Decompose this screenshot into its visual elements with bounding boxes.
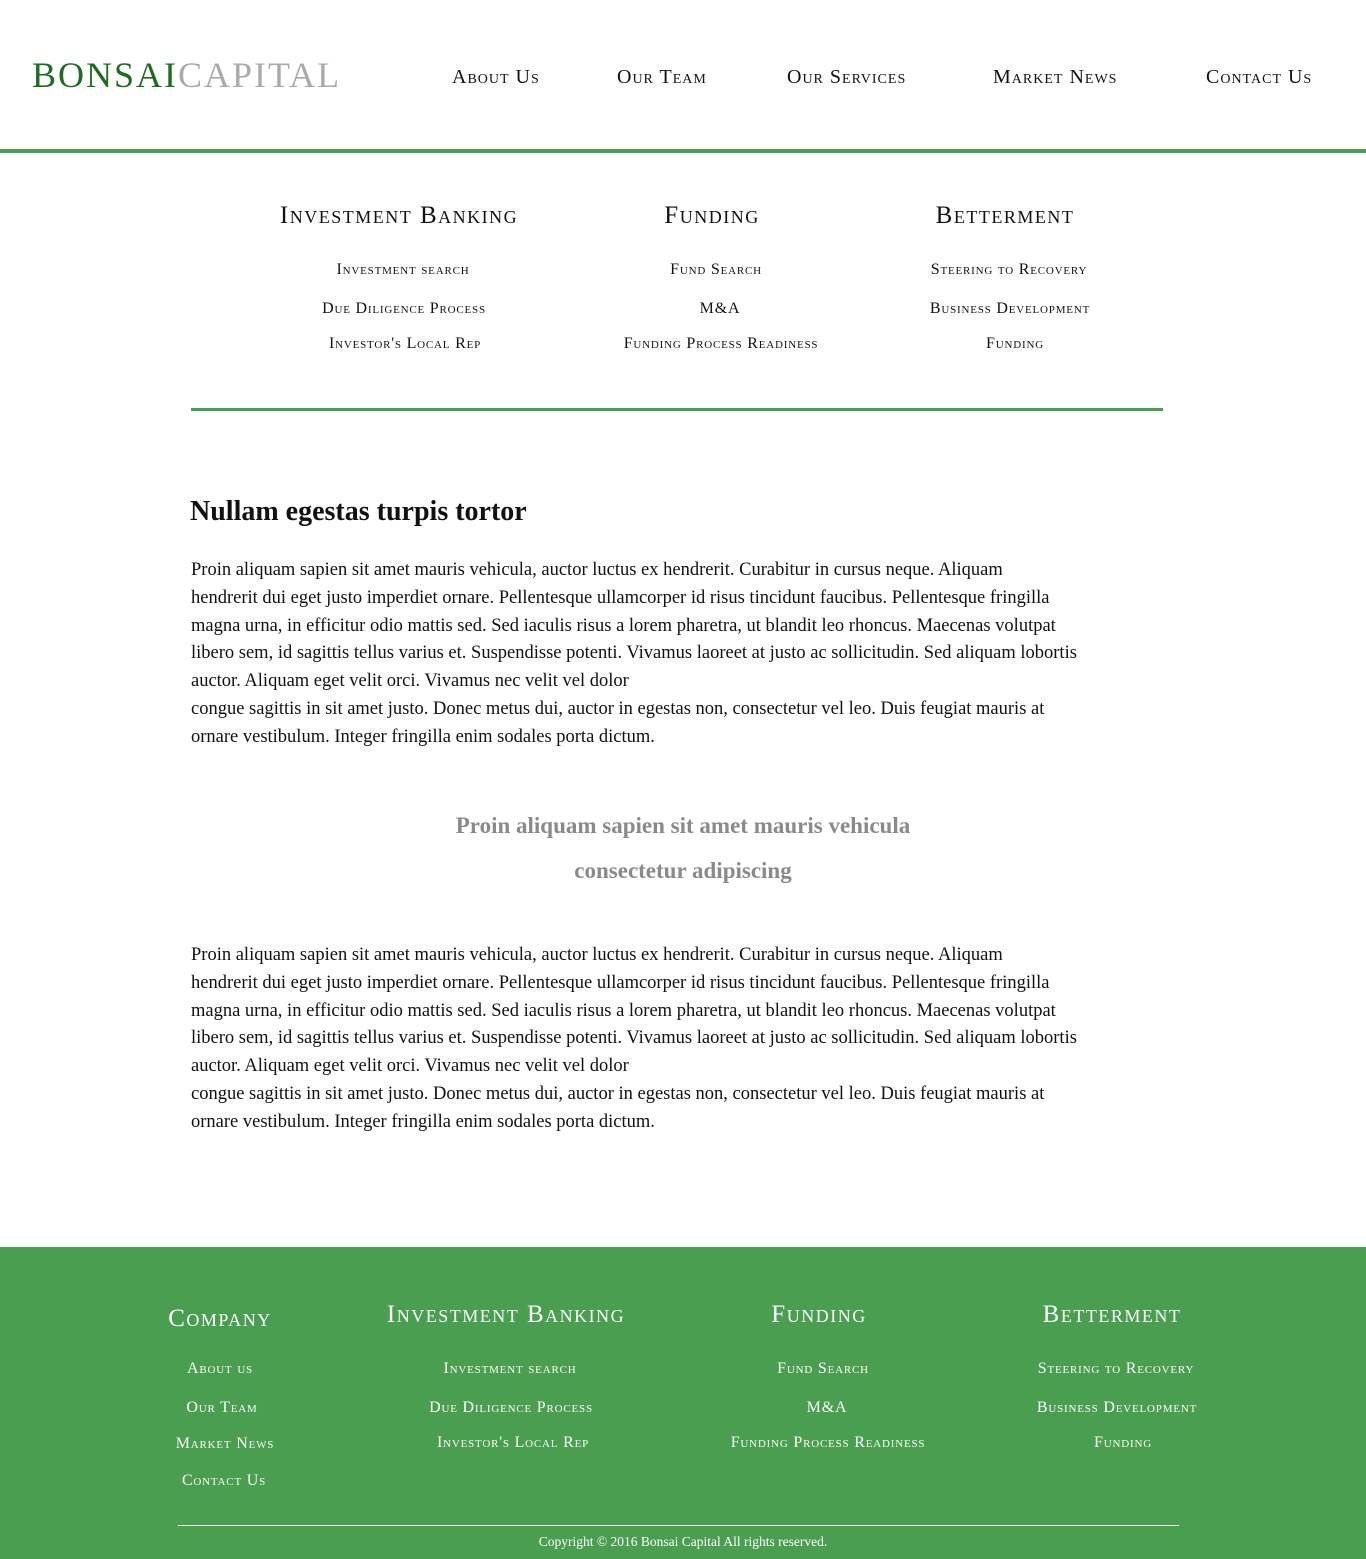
services-link-funding-readiness[interactable]: Funding Process Readiness [624, 335, 819, 353]
paragraph-line: Proin aliquam sapien sit amet mauris veh… [191, 945, 1003, 965]
copyright-text: Copyright © 2016 Bonsai Capital All righ… [538, 1534, 828, 1549]
footer-link-m-and-a[interactable]: M&A [807, 1399, 848, 1417]
services-link-steering-recovery[interactable]: Steering to Recovery [931, 261, 1087, 279]
footer-title-betterment: Betterment [1042, 1301, 1182, 1328]
site-footer: Company About us Our Team Market News Co… [0, 1247, 1366, 1559]
services-link-funding[interactable]: Funding [986, 335, 1044, 353]
footer-link-market-news[interactable]: Market News [176, 1435, 274, 1453]
paragraph-line: hendrerit dui eget justo imperdiet ornar… [191, 972, 1050, 993]
footer-link-funding[interactable]: Funding [1094, 1434, 1152, 1452]
services-title-investment-banking: Investment Banking [279, 202, 519, 229]
paragraph-line: congue sagittis in sit amet justo. Donec… [191, 1083, 1045, 1104]
footer-link-contact-us[interactable]: Contact Us [182, 1472, 266, 1490]
nav-our-services[interactable]: Our Services [787, 66, 906, 89]
body-paragraph: Proin aliquam sapien sit amet mauris veh… [191, 942, 1181, 1137]
services-link-fund-search[interactable]: Fund Search [670, 261, 762, 279]
services-title-betterment: Betterment [935, 202, 1075, 229]
footer-title-investment-banking: Investment Banking [386, 1301, 626, 1328]
header-divider [0, 149, 1366, 153]
footer-title-company: Company [168, 1305, 272, 1332]
paragraph-line: ornare vestibulum. Integer fringilla eni… [191, 1111, 655, 1132]
footer-link-funding-readiness[interactable]: Funding Process Readiness [731, 1434, 926, 1452]
paragraph-line: Proin aliquam sapien sit amet mauris veh… [191, 560, 1003, 580]
nav-about-us[interactable]: About Us [452, 66, 540, 89]
nav-our-team[interactable]: Our Team [617, 66, 707, 89]
paragraph-line: congue sagittis in sit amet justo. Donec… [191, 698, 1045, 719]
logo-text-secondary: CAPITAL [178, 55, 342, 95]
body-paragraph: Proin aliquam sapien sit amet mauris veh… [191, 557, 1181, 752]
footer-link-investment-search[interactable]: Investment search [444, 1360, 577, 1378]
services-link-business-development[interactable]: Business Development [930, 300, 1090, 318]
services-link-local-rep[interactable]: Investor's Local Rep [329, 335, 481, 353]
paragraph-line: ornare vestibulum. Integer fringilla eni… [191, 726, 655, 747]
nav-contact-us[interactable]: Contact Us [1206, 66, 1312, 89]
footer-link-business-development[interactable]: Business Development [1037, 1399, 1197, 1417]
logo-text-primary: BONSAI [32, 55, 179, 95]
services-title-funding: Funding [664, 202, 760, 229]
pull-quote-line-1: Proin aliquam sapien sit amet mauris veh… [455, 813, 911, 838]
pull-quote-line-2: consectetur adipiscing [574, 858, 792, 883]
footer-link-about-us[interactable]: About us [187, 1360, 253, 1378]
footer-link-our-team[interactable]: Our Team [186, 1399, 257, 1417]
paragraph-line: libero sem, id sagittis tellus varius et… [191, 1028, 1077, 1049]
footer-divider [178, 1525, 1179, 1526]
services-link-investment-search[interactable]: Investment search [337, 261, 470, 279]
footer-link-steering-recovery[interactable]: Steering to Recovery [1038, 1360, 1194, 1378]
paragraph-line: libero sem, id sagittis tellus varius et… [191, 643, 1077, 664]
logo[interactable]: BONSAICAPITAL [32, 54, 341, 96]
paragraph-line: auctor. Aliquam eget velit orci. Vivamus… [191, 671, 629, 692]
services-divider [191, 408, 1163, 411]
footer-link-fund-search[interactable]: Fund Search [777, 1360, 869, 1378]
page-title: Nullam egestas turpis tortor [190, 496, 527, 527]
footer-link-local-rep[interactable]: Investor's Local Rep [437, 1434, 589, 1452]
services-link-m-and-a[interactable]: M&A [700, 300, 741, 318]
paragraph-line: auctor. Aliquam eget velit orci. Vivamus… [191, 1056, 629, 1077]
paragraph-line: magna urna, in efficitur odio mattis sed… [191, 1000, 1056, 1021]
footer-title-funding: Funding [771, 1301, 867, 1328]
services-link-due-diligence[interactable]: Due Diligence Process [322, 300, 486, 318]
nav-market-news[interactable]: Market News [993, 66, 1117, 89]
paragraph-line: hendrerit dui eget justo imperdiet ornar… [191, 587, 1050, 608]
site-header: BONSAICAPITAL About Us Our Team Our Serv… [0, 0, 1366, 150]
paragraph-line: magna urna, in efficitur odio mattis sed… [191, 615, 1056, 636]
footer-link-due-diligence[interactable]: Due Diligence Process [429, 1399, 593, 1417]
